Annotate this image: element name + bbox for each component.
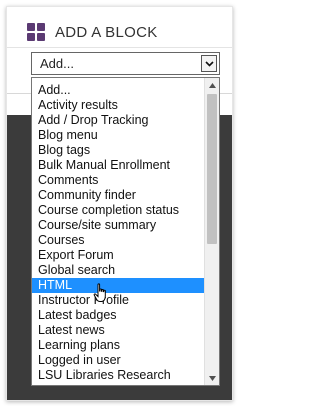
dropdown-option[interactable]: LSU Libraries Research [32,368,204,383]
dropdown-option[interactable]: Global search [32,263,204,278]
scrollbar-thumb[interactable] [207,94,217,244]
dropdown-option[interactable]: Bulk Manual Enrollment [32,158,204,173]
dropdown-option[interactable]: HTML [32,278,204,293]
header-divider [7,47,232,48]
hand-pointer-icon [93,283,106,302]
blocks-grid-icon [27,23,45,41]
dropdown-option[interactable]: Add / Drop Tracking [32,113,204,128]
add-block-panel: ADD A BLOCK Add... Add... Activity result… [6,6,233,401]
dropdown-option[interactable]: Comments [32,173,204,188]
dropdown-option[interactable]: Add... [32,83,204,98]
dropdown-scrollbar[interactable] [204,78,219,385]
dropdown-option[interactable]: Latest badges [32,308,204,323]
dropdown-option[interactable]: Export Forum [32,248,204,263]
add-block-dropdown-list[interactable]: Add... Activity results Add / Drop Trackin… [31,77,220,386]
dropdown-option[interactable]: Logged in user [32,353,204,368]
dropdown-option[interactable]: Course completion status [32,203,204,218]
dropdown-option[interactable]: Learning plans [32,338,204,353]
panel-title: ADD A BLOCK [55,23,158,41]
add-block-select[interactable]: Add... [31,52,220,75]
dropdown-options: Add... Activity results Add / Drop Trackin… [32,83,204,383]
dropdown-option[interactable]: Activity results [32,98,204,113]
chevron-down-icon[interactable] [201,55,217,72]
dropdown-option[interactable]: Latest news [32,323,204,338]
scroll-up-arrow-icon[interactable] [205,78,219,92]
select-current-value: Add... [40,56,74,71]
dropdown-option[interactable]: Community finder [32,188,204,203]
dropdown-option[interactable]: Blog menu [32,128,204,143]
dropdown-option[interactable]: Courses [32,233,204,248]
dropdown-option[interactable]: Instructor Profile [32,293,204,308]
panel-header: ADD A BLOCK [27,21,158,43]
scroll-down-arrow-icon[interactable] [205,371,219,385]
dropdown-option[interactable]: Blog tags [32,143,204,158]
dropdown-option[interactable]: Course/site summary [32,218,204,233]
